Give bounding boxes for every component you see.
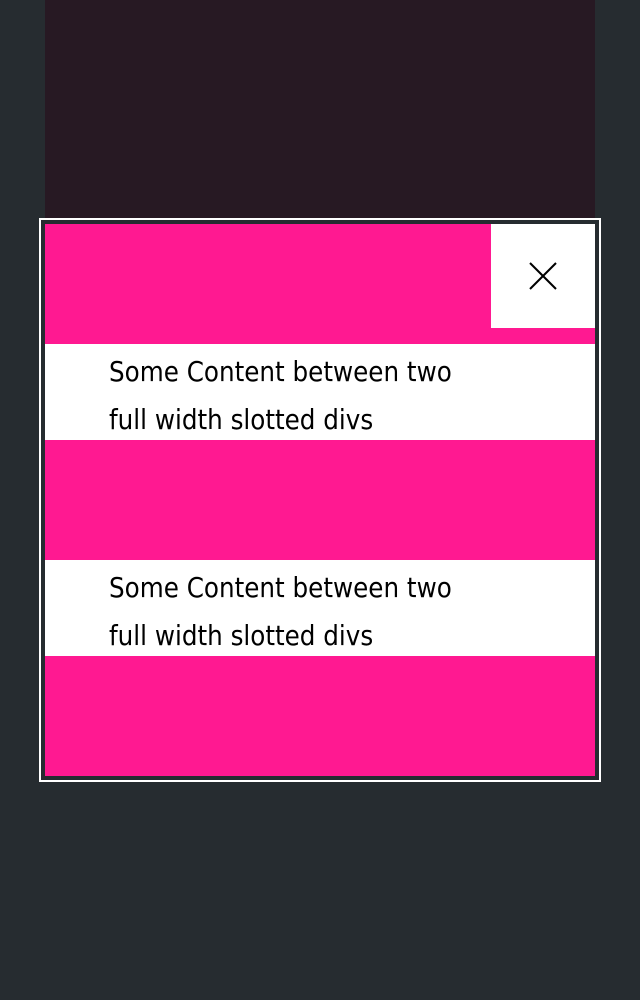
page-backdrop <box>45 0 595 230</box>
slotted-div-middle <box>45 440 595 560</box>
modal-dialog: Some Content between two full width slot… <box>39 218 601 782</box>
content-block-1-line-2: full width slotted divs <box>109 403 374 436</box>
slotted-div-header <box>45 224 595 344</box>
content-block-2-line-2: full width slotted divs <box>109 619 374 652</box>
modal-body: Some Content between two full width slot… <box>45 224 595 776</box>
content-block-1-line-1: Some Content between two <box>109 355 452 388</box>
close-button[interactable] <box>491 224 595 328</box>
content-block-2: Some Content between two full width slot… <box>45 560 595 656</box>
slotted-div-footer <box>45 656 595 776</box>
close-icon <box>529 262 557 290</box>
content-block-1: Some Content between two full width slot… <box>45 344 595 440</box>
content-block-2-line-1: Some Content between two <box>109 571 452 604</box>
